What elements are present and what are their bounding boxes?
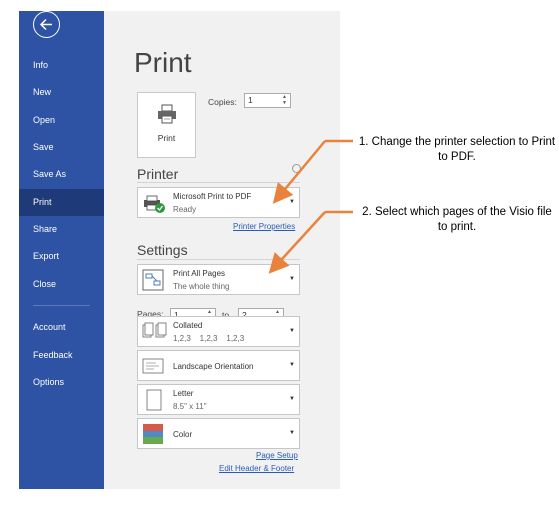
annotation-arrow-1-pointer — [272, 140, 326, 204]
annotation-arrow-2-pointer — [268, 211, 326, 274]
annotation-2: 2. Select which pages of the Visio file … — [362, 206, 552, 233]
annotation-arrows — [268, 139, 353, 274]
annotation-1: 1. Change the printer selection to Print… — [358, 136, 556, 163]
